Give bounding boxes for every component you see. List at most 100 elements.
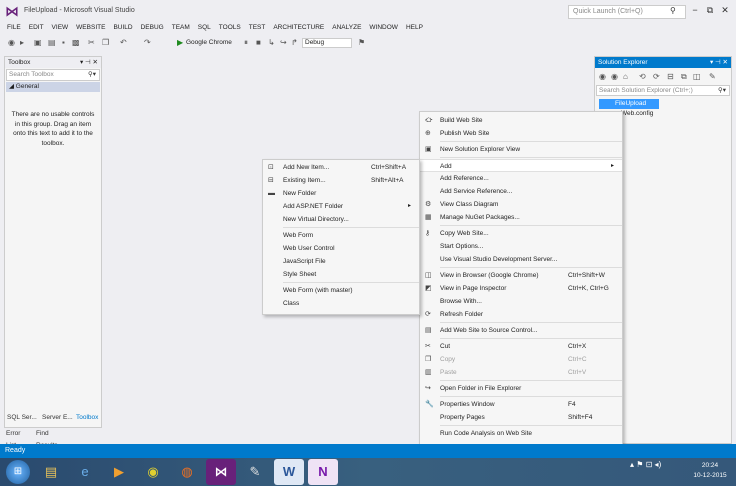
menu-item-paste[interactable]: ▥ Paste Ctrl+V xyxy=(420,366,622,379)
submenu-item-add-asp-net-folder[interactable]: Add ASP.NET Folder ▸ xyxy=(263,200,419,213)
onenote-icon[interactable]: N xyxy=(308,459,338,485)
menu-architecture[interactable]: ARCHITECTURE xyxy=(269,22,328,34)
menu-window[interactable]: WINDOW xyxy=(365,22,402,34)
chrome-icon[interactable]: ◉ xyxy=(138,459,168,485)
step-into-icon[interactable]: ↳ xyxy=(268,37,275,49)
menu-item-view-class-diagram[interactable]: ⚙ View Class Diagram xyxy=(420,198,622,211)
menu-item-add-web-site-to-source-control[interactable]: ▤ Add Web Site to Source Control... xyxy=(420,324,622,337)
find-in-files-icon[interactable]: ⚑ xyxy=(358,37,365,49)
menu-item-open-folder-in-file-explorer[interactable]: ↪ Open Folder in File Explorer xyxy=(420,382,622,395)
collapse-all-icon[interactable]: ⊟ xyxy=(667,71,674,83)
menu-help[interactable]: HELP xyxy=(402,22,427,34)
menu-item-use-visual-studio-development-server[interactable]: Use Visual Studio Development Server... xyxy=(420,253,622,266)
menu-item-build-web-site[interactable]: ⛮ Build Web Site xyxy=(420,114,622,127)
back-icon[interactable]: ◉ xyxy=(599,71,606,83)
menu-analyze[interactable]: ANALYZE xyxy=(328,22,365,34)
properties-icon[interactable]: ◫ xyxy=(693,71,701,83)
step-out-icon[interactable]: ↱ xyxy=(291,37,298,49)
menu-item-view-in-browser-google-chrome[interactable]: ◫ View in Browser (Google Chrome) Ctrl+Shi… xyxy=(420,269,622,282)
pause-icon[interactable]: ⏸ xyxy=(244,37,248,49)
menu-item-run-code-analysis-on-web-site[interactable]: Run Code Analysis on Web Site xyxy=(420,427,622,440)
clock[interactable]: 20:24 10-12-2015 xyxy=(690,461,730,481)
menu-item-add-service-reference[interactable]: Add Service Reference... xyxy=(420,185,622,198)
submenu-item-add-new-item[interactable]: ⊡ Add New Item... Ctrl+Shift+A xyxy=(263,161,419,174)
close-button[interactable]: ✕ xyxy=(718,3,732,17)
home-icon[interactable]: ⌂ xyxy=(623,71,628,83)
menu-website[interactable]: WEBSITE xyxy=(72,22,109,34)
copy-toolbar-icon[interactable]: ❐ xyxy=(102,37,109,49)
start-button[interactable]: ⊞ xyxy=(6,460,30,484)
sync-icon[interactable]: ⟲ xyxy=(639,71,646,83)
visual-studio-icon[interactable]: ⋈ xyxy=(206,459,236,485)
cut-toolbar-icon[interactable]: ✂ xyxy=(88,37,95,49)
step-over-icon[interactable]: ↪ xyxy=(280,37,287,49)
quick-launch-input[interactable]: Quick Launch (Ctrl+Q) xyxy=(568,5,686,19)
media-player-icon[interactable]: ▶ xyxy=(104,459,134,485)
search-icon[interactable]: ⚲ xyxy=(670,6,676,15)
menu-tools[interactable]: TOOLS xyxy=(215,22,245,34)
submenu-item-web-form[interactable]: Web Form xyxy=(263,229,419,242)
menu-file[interactable]: FILE xyxy=(0,22,25,34)
submenu-item-class[interactable]: Class xyxy=(263,297,419,310)
menu-edit[interactable]: EDIT xyxy=(25,22,48,34)
menu-item-cut[interactable]: ✂ Cut Ctrl+X xyxy=(420,340,622,353)
tab-server-explorer[interactable]: Server E... xyxy=(42,412,73,424)
show-all-files-icon[interactable]: ⧉ xyxy=(681,71,687,83)
menu-item-property-pages[interactable]: Property Pages Shift+F4 xyxy=(420,411,622,424)
menu-view[interactable]: VIEW xyxy=(48,22,73,34)
save-icon[interactable]: ▪ xyxy=(62,37,65,49)
forward-icon[interactable]: ◉ xyxy=(611,71,618,83)
wrench-icon[interactable]: ✎ xyxy=(709,71,716,83)
submenu-item-new-folder[interactable]: ▬ New Folder xyxy=(263,187,419,200)
submenu-item-style-sheet[interactable]: Style Sheet xyxy=(263,268,419,281)
menu-sql[interactable]: SQL xyxy=(194,22,215,34)
internet-explorer-icon[interactable]: e xyxy=(70,459,100,485)
menu-item-start-options[interactable]: Start Options... xyxy=(420,240,622,253)
restore-button[interactable]: ⧉ xyxy=(703,3,717,17)
minimize-button[interactable]: − xyxy=(688,3,702,17)
file-explorer-icon[interactable]: ▤ xyxy=(36,459,66,485)
search-icon[interactable]: ⚲▾ xyxy=(718,86,726,95)
menu-item-refresh-folder[interactable]: ⟳ Refresh Folder xyxy=(420,308,622,321)
pin-icon[interactable]: ▾ ⊣ ✕ xyxy=(710,57,728,68)
save-all-icon[interactable]: ▩ xyxy=(72,37,80,49)
menu-item-copy-web-site[interactable]: ⚷ Copy Web Site... xyxy=(420,227,622,240)
tab-sql-server[interactable]: SQL Ser... xyxy=(7,412,37,424)
menu-item-copy[interactable]: ❐ Copy Ctrl+C xyxy=(420,353,622,366)
configuration-selector[interactable]: Debug xyxy=(302,38,352,48)
undo-icon[interactable]: ↶ xyxy=(120,37,127,49)
menu-test[interactable]: TEST xyxy=(245,22,270,34)
solution-explorer-search-input[interactable]: Search Solution Explorer (Ctrl+;) ⚲▾ xyxy=(596,85,730,96)
start-debugging-icon[interactable]: ▶ xyxy=(177,37,183,49)
search-icon[interactable]: ⚲▾ xyxy=(88,70,96,80)
redo-icon[interactable]: ↷ xyxy=(144,37,151,49)
menu-item-properties-window[interactable]: 🔧 Properties Window F4 xyxy=(420,398,622,411)
menu-item-publish-web-site[interactable]: ⊕ Publish Web Site xyxy=(420,127,622,140)
menu-item-new-solution-explorer-view[interactable]: ▣ New Solution Explorer View xyxy=(420,143,622,156)
browser-selector[interactable]: Google Chrome xyxy=(186,37,232,49)
pin-icon[interactable]: ▾ ⊣ ✕ xyxy=(80,57,98,68)
submenu-item-web-user-control[interactable]: Web User Control xyxy=(263,242,419,255)
stop-icon[interactable]: ■ xyxy=(256,37,261,49)
menu-item-add-reference[interactable]: Add Reference... xyxy=(420,172,622,185)
menu-item-manage-nuget-packages[interactable]: ▦ Manage NuGet Packages... xyxy=(420,211,622,224)
menu-build[interactable]: BUILD xyxy=(109,22,136,34)
submenu-item-javascript-file[interactable]: JavaScript File xyxy=(263,255,419,268)
menu-item-add[interactable]: Add ▸ xyxy=(420,159,622,172)
new-project-icon[interactable]: ▣ xyxy=(34,37,42,49)
submenu-item-new-virtual-directory[interactable]: New Virtual Directory... xyxy=(263,213,419,226)
submenu-item-web-form-with-master[interactable]: Web Form (with master) xyxy=(263,284,419,297)
refresh-icon[interactable]: ⟳ xyxy=(653,71,660,83)
menu-debug[interactable]: DEBUG xyxy=(137,22,168,34)
tab-toolbox[interactable]: Toolbox xyxy=(76,412,98,424)
firefox-icon[interactable]: ◍ xyxy=(172,459,202,485)
submenu-item-existing-item[interactable]: ⊟ Existing Item... Shift+Alt+A xyxy=(263,174,419,187)
solution-node-fileupload[interactable]: FileUpload xyxy=(599,99,659,109)
navigate-back-icon[interactable]: ◉ xyxy=(8,37,15,49)
toolbox-group-general[interactable]: ◢ General xyxy=(6,82,100,92)
toolbox-search-input[interactable]: Search Toolbox ⚲▾ xyxy=(6,69,100,81)
word-icon[interactable]: W xyxy=(274,459,304,485)
system-tray[interactable]: ▴ ⚑ ⊡ ◂) xyxy=(630,460,661,469)
menu-item-browse-with[interactable]: Browse With... xyxy=(420,295,622,308)
open-file-icon[interactable]: ▤ xyxy=(48,37,56,49)
